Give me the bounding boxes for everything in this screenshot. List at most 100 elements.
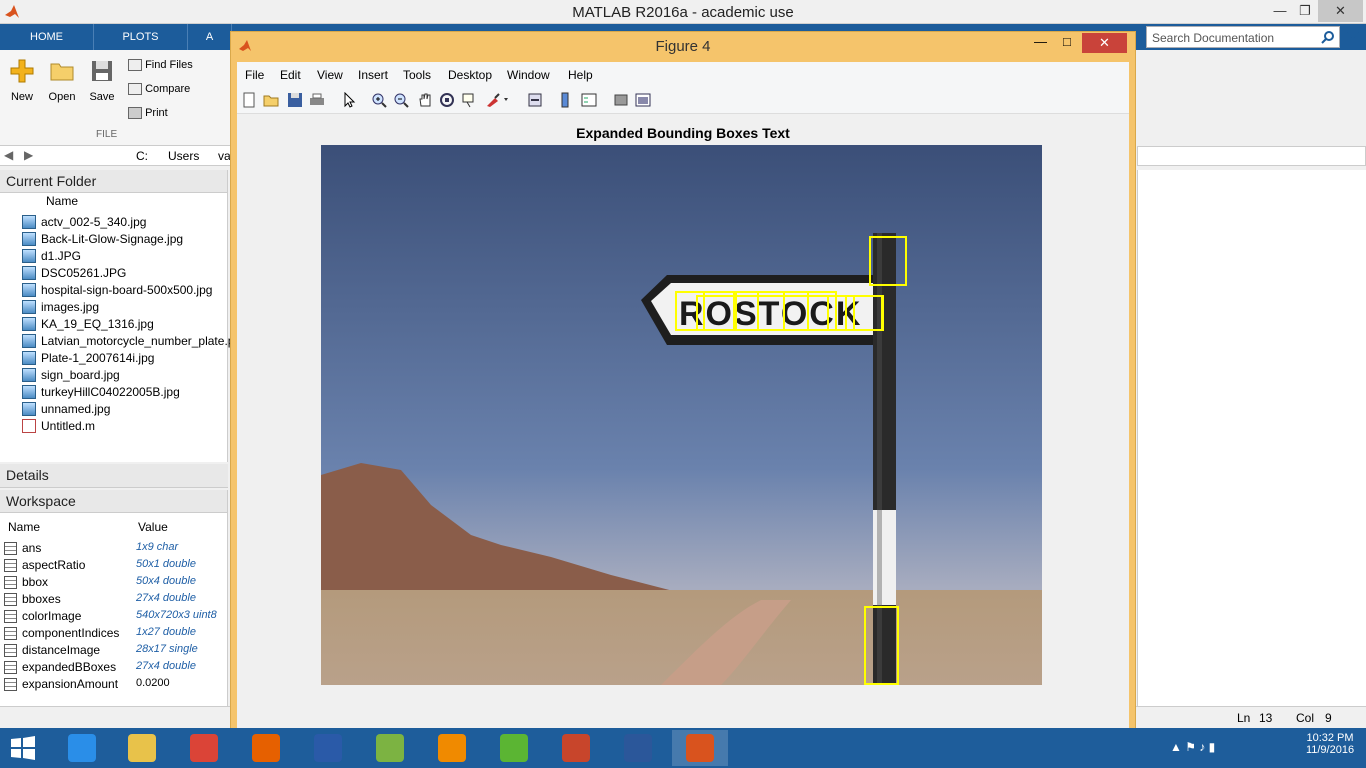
command-window-area (1137, 170, 1366, 708)
insert-colorbar-icon[interactable] (557, 92, 573, 108)
menu-edit[interactable]: Edit (280, 68, 301, 82)
menu-help[interactable]: Help (568, 68, 593, 82)
powerpoint-icon[interactable] (548, 730, 604, 766)
close-button[interactable]: ✕ (1318, 0, 1363, 22)
workspace-name-header[interactable]: Name (8, 520, 40, 534)
pan-hand-icon[interactable] (417, 92, 433, 108)
link-plot-icon[interactable] (527, 92, 543, 108)
print-button[interactable]: Print (128, 107, 228, 120)
save-figure-icon[interactable] (287, 92, 303, 108)
tab-apps[interactable]: A (188, 24, 232, 50)
image-file-icon (22, 334, 36, 348)
maximize-button[interactable]: ❐ (1290, 0, 1320, 22)
workspace-row[interactable]: distanceImage 28x17 single (0, 642, 228, 659)
search-icon[interactable] (1321, 30, 1335, 44)
variable-icon (4, 644, 17, 657)
firefox-icon[interactable] (238, 730, 294, 766)
edit-plot-arrow-icon[interactable] (341, 92, 357, 108)
zoom-in-icon[interactable] (371, 92, 387, 108)
back-arrow-icon[interactable]: ◀ (4, 148, 13, 162)
menu-window[interactable]: Window (507, 68, 550, 82)
workspace-row[interactable]: bboxes 27x4 double (0, 591, 228, 608)
workspace-row[interactable]: componentIndices 1x27 double (0, 625, 228, 642)
new-button[interactable]: New (6, 58, 38, 103)
compare-button[interactable]: Compare (128, 83, 228, 96)
variable-icon (4, 661, 17, 674)
annotated-image: ROSTOCK (321, 145, 1042, 685)
variable-icon (4, 593, 17, 606)
data-cursor-icon[interactable] (461, 92, 477, 108)
floppy-disk-icon (92, 61, 112, 81)
plot-title: Expanded Bounding Boxes Text (576, 125, 790, 141)
variable-name: colorImage (22, 609, 82, 623)
menu-view[interactable]: View (317, 68, 343, 82)
rotate-3d-icon[interactable] (439, 92, 455, 108)
workspace-panel: Workspace Name Value ans 1x9 char aspectRa… (0, 490, 228, 706)
show-plot-tools-icon[interactable] (635, 92, 651, 108)
address-bar-right (1137, 146, 1366, 166)
figure-title-bar[interactable]: Figure 4 — □ ✕ (231, 32, 1135, 60)
address-bar[interactable]: ◀ ▶ C: Users va (0, 146, 232, 166)
name-column-header[interactable]: Name (46, 194, 78, 208)
brush-dropdown-icon[interactable] (503, 92, 513, 108)
ie-icon[interactable] (54, 730, 110, 766)
figure-minimize-button[interactable]: — (1034, 34, 1047, 49)
workspace-row[interactable]: ans 1x9 char (0, 540, 228, 557)
workspace-row[interactable]: expandedBBoxes 27x4 double (0, 659, 228, 676)
toolstrip-file-section: New Open Save Find Files Compare Print F… (0, 50, 232, 146)
find-files-button[interactable]: Find Files (128, 59, 228, 72)
variable-value: 27x4 double (136, 660, 196, 672)
workspace-row[interactable]: bbox 50x4 double (0, 574, 228, 591)
tray-icons[interactable]: ▲ ⚑ ♪ ▮ (1170, 740, 1215, 754)
image-file-icon (22, 402, 36, 416)
variable-name: aspectRatio (22, 558, 86, 572)
forward-arrow-icon[interactable]: ▶ (24, 148, 33, 162)
utorrent-glyph (500, 734, 528, 762)
workspace-row[interactable]: expansionAmount 0.0200 (0, 676, 228, 693)
devcpp-icon[interactable] (300, 730, 356, 766)
word-icon[interactable] (610, 730, 666, 766)
path-segment-drive[interactable]: C: (136, 149, 148, 163)
path-segment-users[interactable]: Users (168, 149, 199, 163)
menu-file[interactable]: File (245, 68, 264, 82)
file-name: Untitled.m (41, 419, 96, 433)
details-panel-title[interactable]: Details (0, 464, 228, 488)
hide-plot-tools-icon[interactable] (613, 92, 629, 108)
search-documentation-input[interactable]: Search Documentation (1146, 26, 1340, 48)
menu-desktop[interactable]: Desktop (448, 68, 492, 82)
new-figure-icon[interactable] (241, 92, 257, 108)
file-name: images.jpg (41, 300, 100, 314)
tab-home[interactable]: HOME (0, 24, 94, 50)
vlc-icon[interactable] (424, 730, 480, 766)
workspace-value-header[interactable]: Value (138, 520, 168, 534)
bluestacks-glyph (376, 734, 404, 762)
figure-maximize-button[interactable]: □ (1063, 34, 1071, 49)
path-segment-user[interactable]: va (218, 149, 231, 163)
filter-icon[interactable] (1346, 30, 1360, 44)
matlab-glyph (686, 734, 714, 762)
insert-legend-icon[interactable] (581, 92, 597, 108)
bounding-box (864, 606, 899, 685)
menu-insert[interactable]: Insert (358, 68, 388, 82)
chrome-icon[interactable] (176, 730, 232, 766)
print-figure-icon[interactable] (309, 92, 325, 108)
workspace-row[interactable]: aspectRatio 50x1 double (0, 557, 228, 574)
brush-icon[interactable] (485, 92, 501, 108)
matlab-title-bar: MATLAB R2016a - academic use — ❐ ✕ (0, 0, 1366, 24)
utorrent-icon[interactable] (486, 730, 542, 766)
figure-close-button[interactable]: ✕ (1082, 33, 1127, 53)
open-button[interactable]: Open (46, 58, 78, 103)
zoom-out-icon[interactable] (393, 92, 409, 108)
menu-tools[interactable]: Tools (403, 68, 431, 82)
tab-plots[interactable]: PLOTS (94, 24, 188, 50)
bluestacks-icon[interactable] (362, 730, 418, 766)
workspace-row[interactable]: colorImage 540x720x3 uint8 (0, 608, 228, 625)
matlab-icon[interactable] (672, 730, 728, 766)
save-button[interactable]: Save (86, 58, 118, 103)
open-file-icon[interactable] (263, 92, 279, 108)
file-explorer-icon[interactable] (114, 730, 170, 766)
find-files-icon (128, 59, 142, 72)
variable-name: expansionAmount (22, 677, 119, 691)
clock[interactable]: 10:32 PM 11/9/2016 (1300, 732, 1360, 756)
windows-start-icon[interactable] (10, 736, 36, 760)
